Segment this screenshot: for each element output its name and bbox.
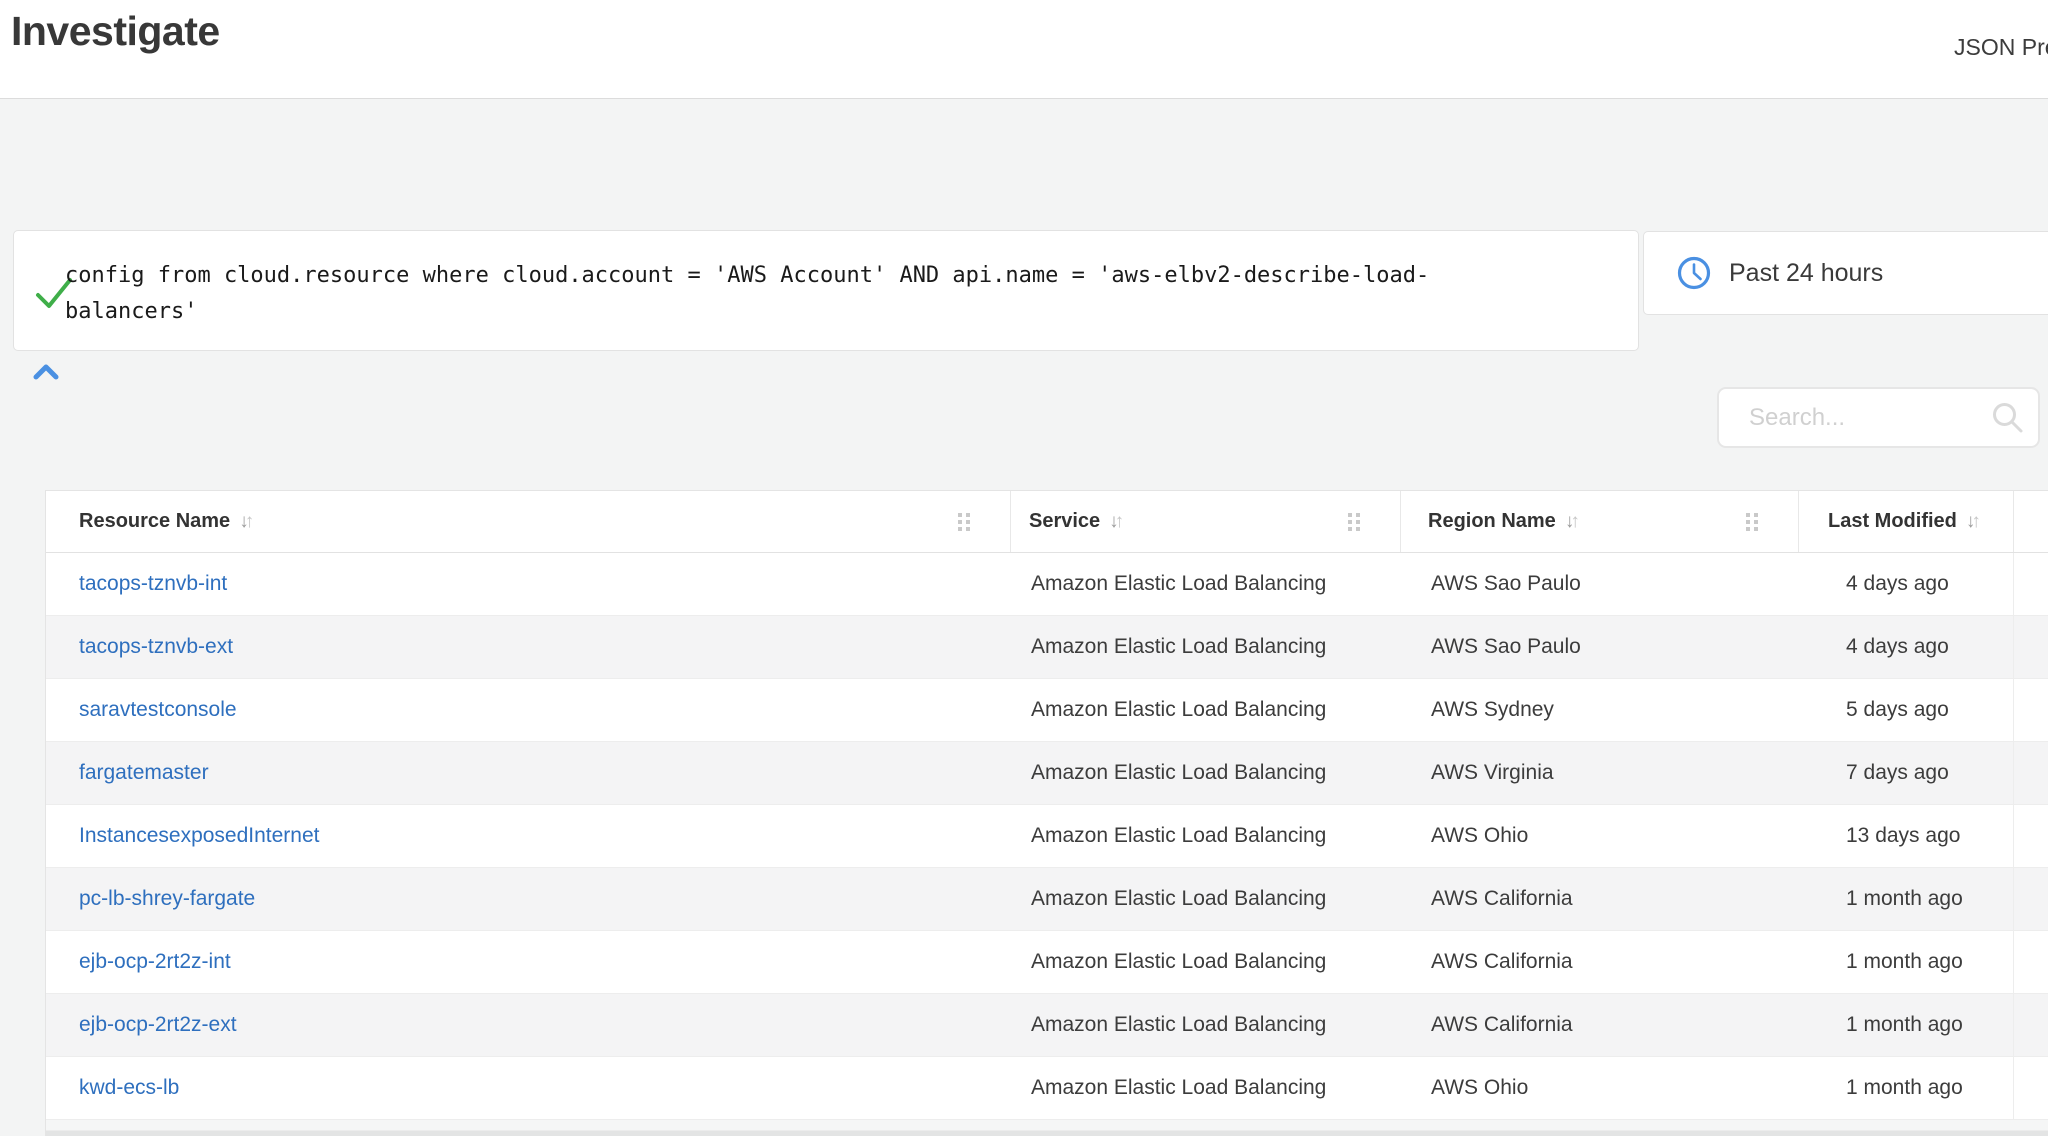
json-preview-toggle[interactable]: JSON Preview (1954, 34, 2048, 61)
table-row: fargatemaster Amazon Elastic Load Balanc… (46, 742, 2048, 805)
table-row: ejb-ocp-2rt2z-ext Amazon Elastic Load Ba… (46, 994, 2048, 1057)
sort-arrows-icon[interactable]: ↓↑ (1565, 511, 1580, 533)
table-row: ejb-ocp-2rt2z-int Amazon Elastic Load Ba… (46, 931, 2048, 994)
region-name-cell: AWS Ohio (1401, 805, 1799, 867)
clipped-cell (2014, 994, 2048, 1056)
region-name-cell: AWS Virginia (1401, 742, 1799, 804)
last-modified-cell: 13 days ago (1799, 805, 2014, 867)
clipped-cell (2014, 616, 2048, 678)
region-name-cell: AWS Ohio (1401, 1057, 1799, 1119)
clipped-cell (2014, 868, 2048, 930)
region-name-cell: AWS California (1401, 868, 1799, 930)
service-cell: Amazon Elastic Load Balancing (1011, 994, 1401, 1056)
service-cell: Amazon Elastic Load Balancing (1011, 805, 1401, 867)
last-modified-cell: 4 days ago (1799, 553, 2014, 615)
search-input[interactable] (1747, 403, 1991, 433)
query-input[interactable]: config from cloud.resource where cloud.a… (65, 258, 1485, 330)
drag-handle-icon[interactable] (958, 513, 970, 531)
investigate-page: Investigate JSON Preview config from clo… (0, 0, 2048, 1136)
search-icon[interactable] (1991, 401, 2024, 434)
service-cell: Amazon Elastic Load Balancing (1011, 742, 1401, 804)
table-row: InstancesexposedInternet Amazon Elastic … (46, 805, 2048, 868)
drag-handle-icon[interactable] (1746, 513, 1758, 531)
clipped-cell (2014, 553, 2048, 615)
clipped-cell (2014, 931, 2048, 993)
column-header-region-name[interactable]: Region Name ↓↑ (1401, 491, 1799, 552)
last-modified-cell: 1 month ago (1799, 868, 2014, 930)
page-title: Investigate (11, 8, 220, 55)
region-name-cell: AWS Sao Paulo (1401, 616, 1799, 678)
search-box (1717, 387, 2040, 448)
resource-name-link[interactable]: tacops-tznvb-int (79, 572, 227, 596)
last-modified-cell: 7 days ago (1799, 742, 2014, 804)
resource-name-link[interactable]: kwd-ecs-lb (79, 1076, 179, 1100)
service-cell: Amazon Elastic Load Balancing (1011, 868, 1401, 930)
clipped-cell (2014, 742, 2048, 804)
table-row: tacops-tznvb-int Amazon Elastic Load Bal… (46, 553, 2048, 616)
resources-table: Resource Name ↓↑ Service ↓↑ (45, 490, 2048, 1136)
page-header: Investigate JSON Preview (0, 0, 2048, 99)
service-cell: Amazon Elastic Load Balancing (1011, 931, 1401, 993)
last-modified-cell: 4 days ago (1799, 616, 2014, 678)
resource-name-link[interactable]: fargatemaster (79, 761, 209, 785)
partial-next-row (46, 1120, 2048, 1131)
resource-name-link[interactable]: ejb-ocp-2rt2z-ext (79, 1013, 237, 1037)
last-modified-cell: 1 month ago (1799, 994, 2014, 1056)
service-cell: Amazon Elastic Load Balancing (1011, 1057, 1401, 1119)
last-modified-cell: 1 month ago (1799, 1057, 2014, 1119)
resource-name-link[interactable]: pc-lb-shrey-fargate (79, 887, 255, 911)
service-cell: Amazon Elastic Load Balancing (1011, 616, 1401, 678)
last-modified-cell: 5 days ago (1799, 679, 2014, 741)
table-header-row: Resource Name ↓↑ Service ↓↑ (46, 491, 2048, 553)
chevron-up-icon (32, 368, 60, 385)
query-panel: config from cloud.resource where cloud.a… (13, 230, 1639, 351)
clock-icon (1676, 255, 1712, 291)
sort-arrows-icon[interactable]: ↓↑ (239, 511, 254, 533)
region-name-cell: AWS Sydney (1401, 679, 1799, 741)
resource-name-link[interactable]: saravtestconsole (79, 698, 237, 722)
column-header-resource-name[interactable]: Resource Name ↓↑ (46, 491, 1011, 552)
column-header-last-modified[interactable]: Last Modified ↓↑ (1799, 491, 2014, 552)
clipped-column-header (2014, 491, 2048, 552)
time-range-label: Past 24 hours (1729, 259, 1883, 288)
clipped-cell (2014, 805, 2048, 867)
last-modified-cell: 1 month ago (1799, 931, 2014, 993)
region-name-cell: AWS California (1401, 931, 1799, 993)
resource-name-link[interactable]: tacops-tznvb-ext (79, 635, 233, 659)
table-row: pc-lb-shrey-fargate Amazon Elastic Load … (46, 868, 2048, 931)
horizontal-scrollbar[interactable] (46, 1131, 2048, 1136)
sort-arrows-icon[interactable]: ↓↑ (1109, 511, 1124, 533)
table-row: tacops-tznvb-ext Amazon Elastic Load Bal… (46, 616, 2048, 679)
column-header-service[interactable]: Service ↓↑ (1011, 491, 1401, 552)
resource-name-link[interactable]: InstancesexposedInternet (79, 824, 320, 848)
region-name-cell: AWS Sao Paulo (1401, 553, 1799, 615)
service-cell: Amazon Elastic Load Balancing (1011, 553, 1401, 615)
service-cell: Amazon Elastic Load Balancing (1011, 679, 1401, 741)
sort-arrows-icon[interactable]: ↓↑ (1966, 511, 1981, 533)
clipped-cell (2014, 679, 2048, 741)
resource-name-link[interactable]: ejb-ocp-2rt2z-int (79, 950, 231, 974)
drag-handle-icon[interactable] (1348, 513, 1360, 531)
collapse-query-button[interactable] (32, 362, 60, 381)
time-range-selector[interactable]: Past 24 hours (1643, 231, 2048, 315)
table-row: saravtestconsole Amazon Elastic Load Bal… (46, 679, 2048, 742)
region-name-cell: AWS California (1401, 994, 1799, 1056)
clipped-cell (2014, 1057, 2048, 1119)
table-row: kwd-ecs-lb Amazon Elastic Load Balancing… (46, 1057, 2048, 1120)
